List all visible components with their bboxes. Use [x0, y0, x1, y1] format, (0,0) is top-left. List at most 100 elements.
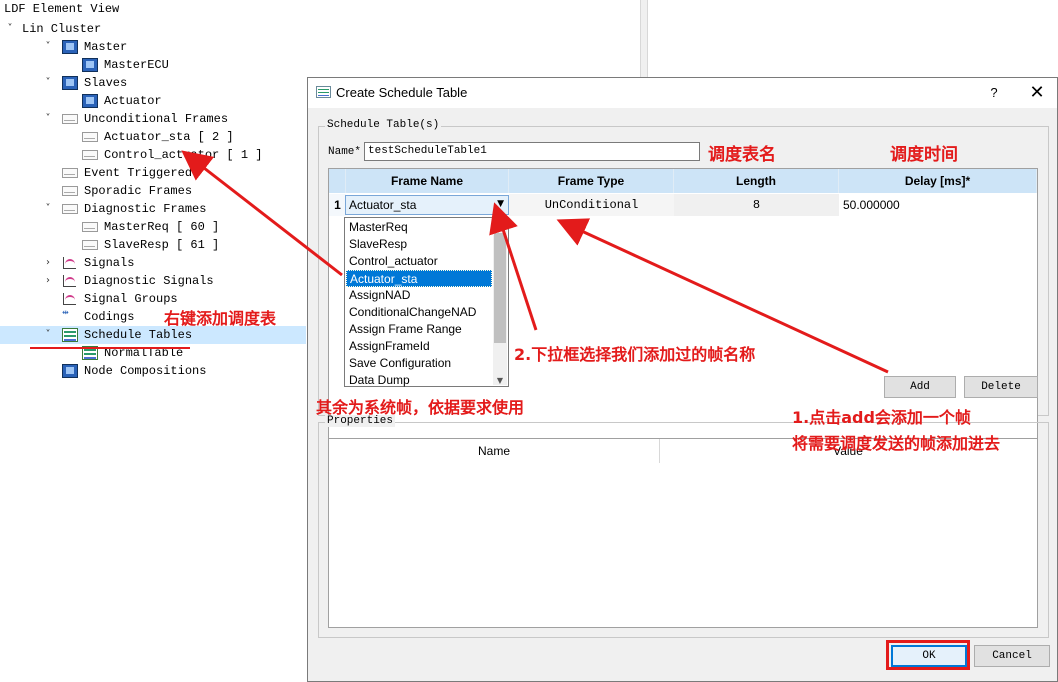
tree-item-label: Actuator_sta [ 2 ]: [104, 130, 234, 144]
monitor-icon: [62, 76, 78, 90]
tree-item-label: Slaves: [84, 76, 128, 90]
scrollbar-thumb[interactable]: [494, 233, 506, 343]
annotation-system-frames: 其余为系统帧，依据要求使用: [316, 398, 525, 417]
annotation-add-hint-1: 1.点击add会添加一个帧: [792, 408, 971, 427]
delete-button[interactable]: Delete: [964, 376, 1038, 398]
length-cell[interactable]: 8: [674, 194, 839, 216]
dialog-titlebar[interactable]: Create Schedule Table ? ✕: [308, 78, 1057, 108]
row-header-corner: [329, 169, 346, 193]
chevron-down-icon[interactable]: [42, 290, 54, 308]
dropdown-option[interactable]: ConditionalChangeNAD: [346, 304, 492, 321]
dialog-title: Create Schedule Table: [336, 85, 468, 100]
monitor-icon: [62, 364, 78, 378]
tree-item-label: Signals: [84, 256, 135, 270]
tree-item[interactable]: Node Compositions: [0, 362, 306, 380]
tree-item-label: Master: [84, 40, 128, 54]
tree-item[interactable]: MasterECU: [0, 56, 306, 74]
tree-item[interactable]: Sporadic Frames: [0, 182, 306, 200]
column-header-frame-name[interactable]: Frame Name: [346, 169, 509, 193]
chevron-down-icon[interactable]: [62, 56, 74, 74]
tree-item[interactable]: › Diagnostic Signals: [0, 272, 306, 290]
chevron-down-icon[interactable]: ˅: [42, 38, 54, 56]
frame-name-dropdown-list[interactable]: MasterReq SlaveResp Control_actuator Actuat…: [344, 217, 509, 387]
envelope-icon: [82, 222, 98, 232]
tree-item[interactable]: ˅ Diagnostic Frames: [0, 200, 306, 218]
properties-header-name[interactable]: Name: [329, 439, 660, 463]
chevron-down-icon[interactable]: [62, 218, 74, 236]
dropdown-option[interactable]: SlaveResp: [346, 236, 492, 253]
tree-item[interactable]: SlaveResp [ 61 ]: [0, 236, 306, 254]
tree-item[interactable]: Control_actuator [ 1 ]: [0, 146, 306, 164]
create-schedule-table-dialog: Create Schedule Table ? ✕ Schedule Table…: [307, 77, 1058, 682]
tree-item[interactable]: ˅ Unconditional Frames: [0, 110, 306, 128]
dropdown-scrollbar[interactable]: ▲ ▼: [493, 219, 507, 385]
chevron-down-icon[interactable]: ˅: [4, 20, 16, 38]
monitor-icon: [82, 94, 98, 108]
tree-item-label: Node Compositions: [84, 364, 207, 378]
tree-item[interactable]: Actuator: [0, 92, 306, 110]
dropdown-option[interactable]: AssignFrameId: [346, 338, 492, 355]
dropdown-option[interactable]: Save Configuration: [346, 355, 492, 372]
monitor-icon: [62, 40, 78, 54]
tree-item[interactable]: ˅ Master: [0, 38, 306, 56]
envelope-icon: [62, 186, 78, 196]
chevron-down-icon[interactable]: [62, 236, 74, 254]
chevron-down-icon[interactable]: [62, 128, 74, 146]
dropdown-option[interactable]: Actuator_sta: [346, 270, 492, 287]
tree-item[interactable]: › Signals: [0, 254, 306, 272]
chevron-right-icon[interactable]: ›: [42, 272, 54, 290]
chevron-down-icon[interactable]: [42, 308, 54, 326]
tree-item[interactable]: Actuator_sta [ 2 ]: [0, 128, 306, 146]
annotation-table-name: 调度表名: [708, 145, 776, 165]
column-header-frame-type[interactable]: Frame Type: [509, 169, 674, 193]
column-header-length[interactable]: Length: [674, 169, 839, 193]
frame-name-combobox[interactable]: Actuator_sta ▼: [345, 195, 509, 215]
tree-item[interactable]: Event Triggered: [0, 164, 306, 182]
tree-item-label: SlaveResp [ 61 ]: [104, 238, 220, 252]
dropdown-option[interactable]: Assign Frame Range: [346, 321, 492, 338]
column-header-delay[interactable]: Delay [ms]*: [839, 169, 1037, 193]
dropdown-option[interactable]: Data Dump: [346, 372, 492, 389]
chevron-right-icon[interactable]: ›: [42, 254, 54, 272]
tree-item-label: MasterECU: [104, 58, 169, 72]
chevron-down-icon[interactable]: [42, 164, 54, 182]
tree-item[interactable]: ˅ Slaves: [0, 74, 306, 92]
delay-cell[interactable]: 50.000000: [839, 194, 1037, 216]
ok-button-highlight: [886, 640, 970, 670]
close-icon[interactable]: ✕: [1026, 82, 1048, 104]
properties-table: Name Value: [328, 438, 1038, 628]
chevron-down-icon[interactable]: ˅: [42, 326, 54, 344]
dropdown-option[interactable]: Control_actuator: [346, 253, 492, 270]
chevron-down-icon[interactable]: [42, 362, 54, 380]
envelope-icon: [82, 150, 98, 160]
chevron-down-icon[interactable]: ˅: [42, 74, 54, 92]
annotation-right-click: 右键添加调度表: [164, 309, 277, 328]
tree-item[interactable]: NormalTable: [0, 344, 306, 362]
chevron-down-icon[interactable]: [42, 182, 54, 200]
dropdown-option[interactable]: AssignNAD: [346, 287, 492, 304]
codings-icon: ⇹: [62, 308, 69, 317]
tree-item[interactable]: ˅ Lin Cluster: [0, 20, 306, 38]
frame-type-cell[interactable]: UnConditional: [509, 194, 674, 216]
tree-item-label: Diagnostic Frames: [84, 202, 207, 216]
dropdown-option[interactable]: MasterReq: [346, 219, 492, 236]
tree-item[interactable]: MasterReq [ 60 ]: [0, 218, 306, 236]
add-button[interactable]: Add: [884, 376, 956, 398]
scroll-down-icon[interactable]: ▼: [493, 376, 507, 385]
chevron-down-icon[interactable]: [62, 146, 74, 164]
chevron-down-icon[interactable]: ˅: [42, 110, 54, 128]
tree-item-label: Actuator: [104, 94, 162, 108]
chevron-down-icon[interactable]: [62, 344, 74, 362]
envelope-icon: [62, 114, 78, 124]
scroll-up-icon[interactable]: ▲: [493, 219, 507, 228]
chevron-down-icon[interactable]: [62, 92, 74, 110]
envelope-icon: [62, 168, 78, 178]
tree-item-label: Sporadic Frames: [84, 184, 193, 198]
schedule-name-input[interactable]: testScheduleTable1: [364, 142, 700, 161]
cancel-button[interactable]: Cancel: [974, 645, 1050, 667]
envelope-icon: [82, 132, 98, 142]
tree-item-label: Lin Cluster: [22, 22, 102, 36]
chevron-down-icon[interactable]: ▼: [497, 199, 504, 209]
help-button[interactable]: ?: [984, 83, 1004, 103]
chevron-down-icon[interactable]: ˅: [42, 200, 54, 218]
